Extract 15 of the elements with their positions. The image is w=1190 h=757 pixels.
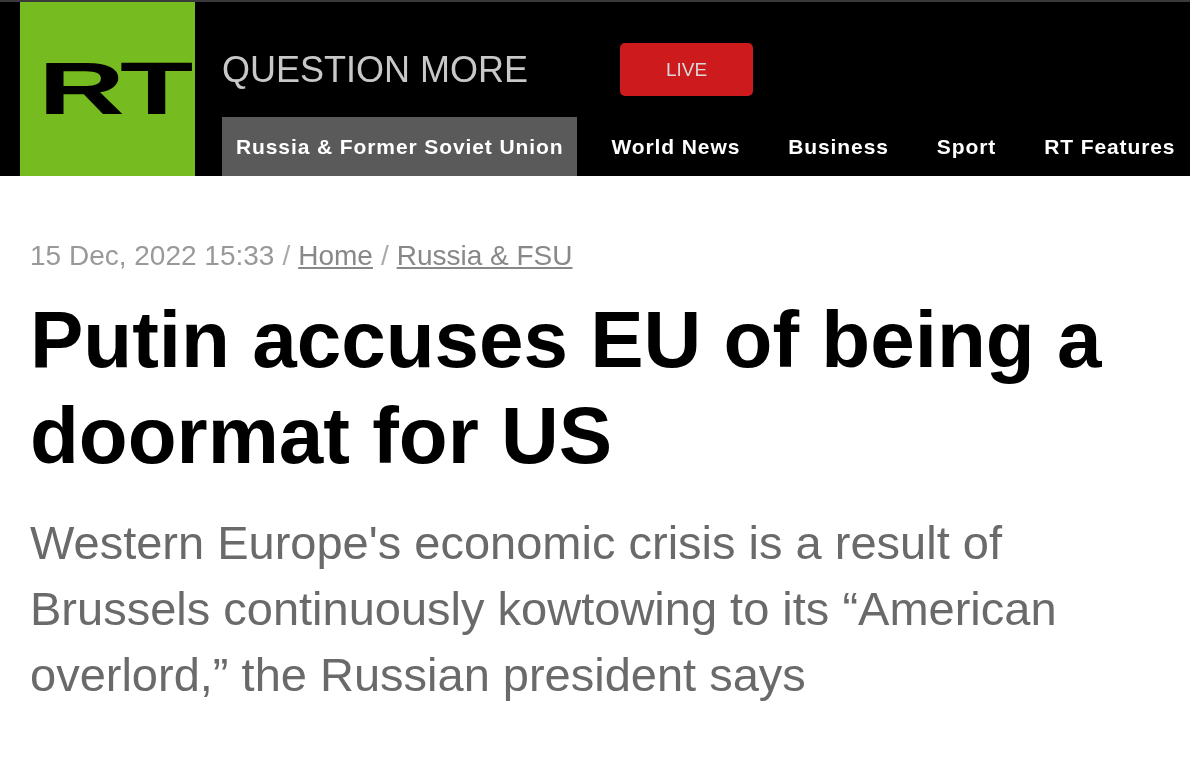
publish-date: 15 Dec, 2022 15:33: [30, 240, 275, 272]
article-summary: Western Europe's economic crisis is a result of Brussels continuously kowtowing to its “American overlord,” the Russian president says: [30, 515, 1058, 703]
nav-tab[interactable]: Sport: [922, 117, 1011, 176]
nav-tab[interactable]: World News: [597, 117, 755, 176]
nav-tab[interactable]: RT Features: [1030, 117, 1190, 176]
breadcrumb-separator: /: [282, 240, 291, 272]
headline: Putin accuses EU of being a doormat for US: [30, 294, 1103, 482]
nav-tab[interactable]: Business: [774, 117, 903, 176]
nav-tab[interactable]: Russia & Former Soviet Union: [222, 117, 578, 176]
tagline: QUESTION MORE: [222, 47, 529, 92]
breadcrumb-separator: /: [380, 240, 389, 272]
live-button[interactable]: LIVE: [620, 43, 754, 96]
logo[interactable]: RT: [20, 2, 195, 176]
breadcrumb-link[interactable]: Russia & FSU: [396, 240, 573, 272]
breadcrumb-link[interactable]: Home: [298, 240, 373, 272]
